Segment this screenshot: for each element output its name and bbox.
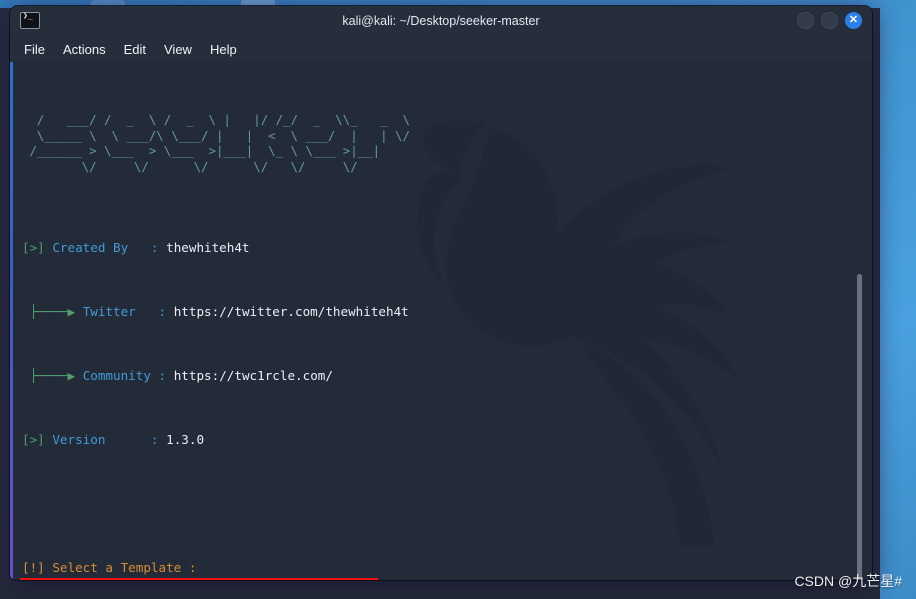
info-value[interactable]: https://twc1rcle.com/: [174, 368, 333, 383]
info-value: thewhiteh4t: [166, 240, 250, 255]
window-controls: ✕: [797, 12, 862, 29]
warn-marker: [!]: [22, 560, 45, 575]
info-line-community: ├────▶ Community : https://twc1rcle.com/: [22, 368, 872, 384]
scrollbar-thumb[interactable]: [857, 274, 862, 580]
info-separator: :: [150, 240, 159, 255]
menu-item-actions[interactable]: Actions: [63, 42, 106, 57]
info-line-created-by: [>] Created By : thewhiteh4t: [22, 240, 872, 256]
csdn-watermark: CSDN @九芒星#: [794, 573, 902, 589]
line-marker: [>]: [22, 240, 45, 255]
minimize-button[interactable]: [797, 12, 814, 29]
terminal-scrollbar[interactable]: [857, 274, 862, 580]
info-separator: :: [158, 368, 167, 383]
maximize-button[interactable]: [821, 12, 838, 29]
menu-item-help[interactable]: Help: [210, 42, 237, 57]
line-marker: [>]: [22, 432, 45, 447]
info-value[interactable]: https://twitter.com/thewhiteh4t: [174, 304, 409, 319]
info-line-twitter: ├────▶ Twitter : https://twitter.com/the…: [22, 304, 872, 320]
window-titlebar[interactable]: kali@kali: ~/Desktop/seeker-master ✕: [10, 6, 872, 36]
select-template-heading: [!] Select a Template :: [22, 560, 872, 576]
menu-item-edit[interactable]: Edit: [124, 42, 146, 57]
close-button[interactable]: ✕: [845, 12, 862, 29]
info-separator: :: [158, 304, 167, 319]
menu-item-file[interactable]: File: [24, 42, 45, 57]
terminal-window[interactable]: kali@kali: ~/Desktop/seeker-master ✕ Fil…: [10, 6, 872, 580]
info-value: 1.3.0: [166, 432, 205, 447]
tree-branch-icon: ├────▶: [29, 304, 76, 319]
terminal-text-content: / ___/ / _ \ / _ \ | |/ /_/ _ \\_ _ \ \_…: [10, 62, 872, 580]
menu-item-view[interactable]: View: [164, 42, 192, 57]
terminal-icon: [20, 11, 40, 29]
terminal-output-area[interactable]: / ___/ / _ \ / _ \ | |/ /_/ _ \\_ _ \ \_…: [10, 62, 872, 580]
info-label: Community: [82, 368, 151, 383]
heading-text: Select a Template :: [52, 560, 197, 575]
info-label: Twitter: [82, 304, 136, 319]
info-separator: :: [150, 432, 159, 447]
info-label: Version: [52, 432, 106, 447]
info-line-version: [>] Version : 1.3.0: [22, 432, 872, 448]
seeker-ascii-banner: / ___/ / _ \ / _ \ | |/ /_/ _ \\_ _ \ \_…: [29, 112, 410, 174]
info-label: Created By: [52, 240, 129, 255]
menu-bar: File Actions Edit View Help: [10, 36, 872, 62]
window-title: kali@kali: ~/Desktop/seeker-master: [342, 14, 540, 28]
tree-branch-icon: ├────▶: [29, 368, 76, 383]
